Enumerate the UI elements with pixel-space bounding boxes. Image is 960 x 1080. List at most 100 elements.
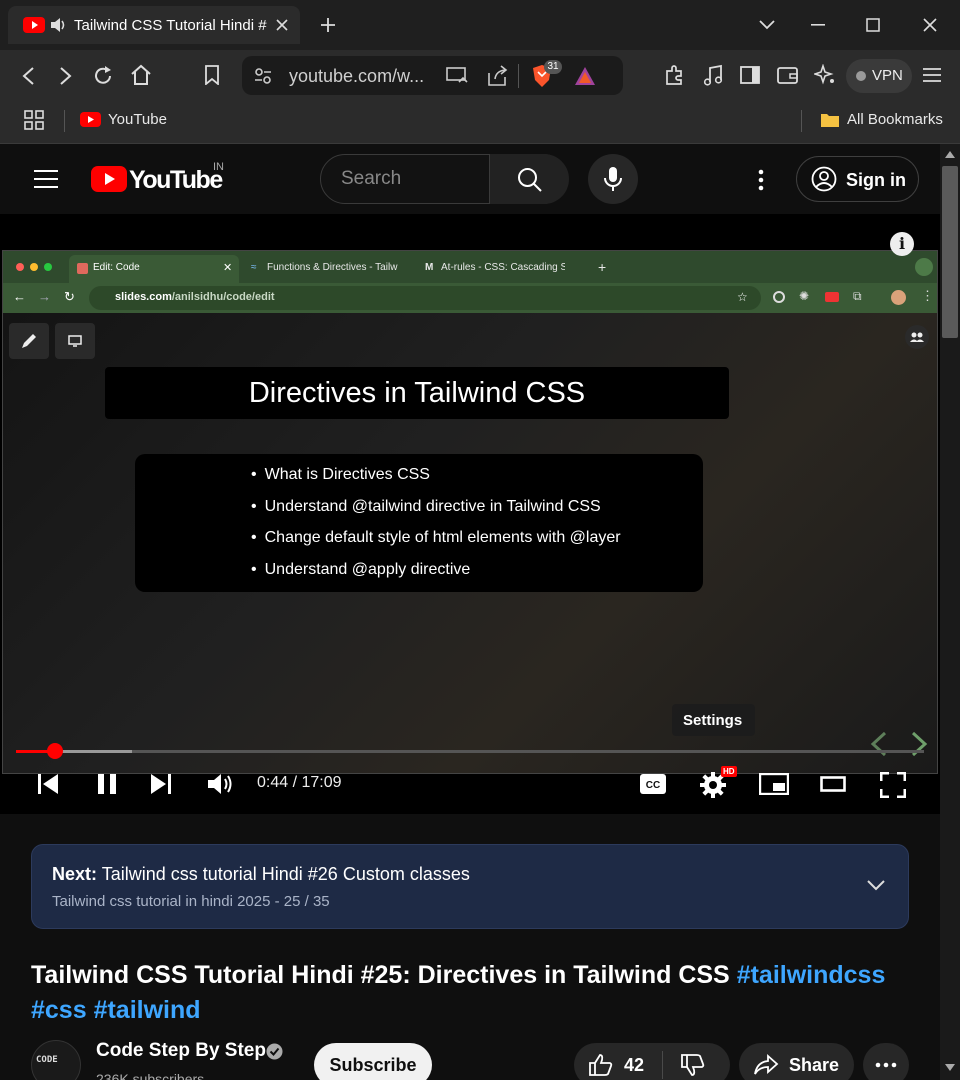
channel-name[interactable]: Code Step By Step (96, 1040, 266, 1062)
reload-icon[interactable] (92, 65, 114, 87)
next-playlist: Tailwind css tutorial in hindi 2025 - 25… (52, 893, 330, 910)
slide-bullet: Understand @tailwind directive in Tailwi… (251, 498, 621, 530)
address-divider (518, 64, 519, 88)
leo-ai-icon[interactable] (814, 64, 836, 86)
inner-ext-icon-3 (825, 292, 839, 302)
close-window-icon[interactable] (923, 18, 937, 32)
hamburger-icon[interactable] (34, 169, 58, 189)
bookmark-divider (64, 110, 65, 132)
account-icon (811, 166, 837, 192)
vpn-status-dot (856, 71, 866, 81)
vpn-button[interactable]: VPN (846, 59, 912, 93)
video-content: Edit: Code ✕ ≈ Functions & Directives - … (2, 250, 938, 774)
share-page-icon[interactable] (486, 65, 508, 87)
settings-tooltip-label: Settings (683, 712, 743, 729)
back-icon[interactable] (21, 66, 35, 86)
voice-search-button[interactable] (588, 154, 638, 204)
page-scrollbar[interactable] (940, 144, 960, 1080)
captions-icon[interactable]: CC (639, 773, 667, 795)
hashtag-link[interactable]: #css (31, 996, 87, 1024)
minimize-icon[interactable] (811, 24, 825, 26)
cast-icon[interactable] (446, 66, 468, 86)
more-actions-button[interactable] (863, 1043, 909, 1080)
like-icon[interactable] (588, 1053, 614, 1077)
next-label: Next: (52, 864, 98, 884)
pause-icon[interactable] (97, 773, 117, 795)
sidebar-icon[interactable] (740, 65, 760, 85)
sign-in-button[interactable]: Sign in (796, 156, 919, 202)
progress-scrubber[interactable] (47, 743, 64, 759)
previous-icon[interactable] (37, 773, 59, 795)
pen-tool-icon (9, 323, 49, 359)
bookmark-icon[interactable] (204, 65, 220, 85)
theater-mode-icon[interactable] (820, 776, 846, 792)
hashtag-link[interactable]: #tailwind (94, 996, 201, 1024)
search-button[interactable] (489, 154, 569, 204)
folder-icon (821, 114, 839, 127)
youtube-logo-icon (91, 166, 127, 192)
like-count: 42 (624, 1055, 645, 1075)
inner-forward-icon: → (38, 289, 51, 304)
inner-new-tab-icon: + (598, 259, 607, 275)
scroll-down-icon[interactable] (945, 1064, 955, 1071)
bookmark-youtube-label: YouTube (108, 111, 167, 128)
fullscreen-icon[interactable] (880, 772, 906, 798)
address-bar[interactable]: youtube.com/w... 31 (242, 56, 623, 95)
like-dislike-group: 42 (574, 1043, 730, 1080)
chevron-down-icon[interactable] (867, 880, 885, 892)
video-title-text: Tailwind CSS Tutorial Hindi #25: Directi… (31, 961, 730, 989)
wallet-icon[interactable] (777, 65, 799, 85)
audio-playing-icon[interactable] (50, 17, 68, 33)
next-video-icon[interactable] (150, 773, 172, 795)
verified-icon (266, 1043, 283, 1060)
subscribe-label: Subscribe (329, 1055, 417, 1075)
inner-ext-icon-1 (773, 291, 785, 303)
inner-browser-toolbar: ← → ↻ slides.com/anilsidhu/code/edit ☆ ✺… (3, 283, 937, 313)
extensions-icon[interactable] (664, 64, 686, 86)
channel-avatar[interactable]: CODE (31, 1040, 81, 1080)
bookmark-all[interactable]: All Bookmarks (820, 110, 950, 132)
more-horizontal-icon (875, 1062, 897, 1068)
inner-url-domain: slides.com (115, 291, 172, 303)
browser-tab-bar: Tailwind CSS Tutorial Hindi # (0, 0, 960, 50)
music-icon[interactable] (702, 64, 724, 86)
more-options-icon[interactable] (758, 169, 764, 191)
youtube-favicon-icon (23, 17, 45, 33)
video-player[interactable]: Edit: Code ✕ ≈ Functions & Directives - … (0, 214, 940, 814)
inner-tab-search-icon (915, 258, 933, 276)
info-card-icon[interactable]: i (890, 232, 914, 256)
apps-grid-icon[interactable] (24, 110, 44, 130)
next-up-panel[interactable]: Next: Tailwind css tutorial Hindi #26 Cu… (31, 844, 909, 929)
search-input[interactable]: Search (320, 154, 569, 204)
volume-icon[interactable] (207, 772, 235, 796)
forward-icon[interactable] (59, 66, 73, 86)
menu-icon[interactable] (922, 67, 942, 83)
settings-tooltip: Settings (672, 704, 755, 736)
new-tab-icon[interactable] (320, 17, 336, 33)
close-tab-icon[interactable] (276, 19, 288, 31)
youtube-header: YouTube IN Search Sign in (0, 144, 940, 214)
inner-url-path: /anilsidhu/code/edit (171, 291, 275, 303)
hashtag-link[interactable]: #tailwindcss (737, 961, 886, 989)
maximize-icon[interactable] (866, 18, 880, 32)
youtube-logo[interactable]: YouTube IN (91, 161, 224, 196)
brave-rewards-icon[interactable] (574, 66, 596, 86)
share-button[interactable]: Share (739, 1043, 854, 1080)
chevron-down-icon[interactable] (759, 20, 775, 30)
home-icon[interactable] (130, 64, 152, 86)
site-settings-icon[interactable] (254, 67, 272, 85)
dislike-icon[interactable] (680, 1053, 706, 1077)
video-title: Tailwind CSS Tutorial Hindi #25: Directi… (31, 958, 911, 1028)
scrollbar-thumb[interactable] (942, 166, 958, 338)
browser-tab[interactable]: Tailwind CSS Tutorial Hindi # (8, 6, 300, 44)
slide-title-box: Directives in Tailwind CSS (105, 367, 729, 419)
player-controls: 0:44 / 17:09 CC HD (0, 762, 940, 814)
slide-bullet-box: What is Directives CSS Understand @tailw… (135, 454, 703, 592)
subscribe-button[interactable]: Subscribe (314, 1043, 432, 1080)
progress-bar[interactable] (16, 743, 924, 759)
inner-reload-icon: ↻ (64, 289, 75, 304)
scroll-up-icon[interactable] (945, 151, 955, 158)
slide-canvas: Directives in Tailwind CSS What is Direc… (3, 313, 937, 773)
miniplayer-icon[interactable] (759, 773, 789, 795)
collaborators-icon (905, 325, 929, 349)
